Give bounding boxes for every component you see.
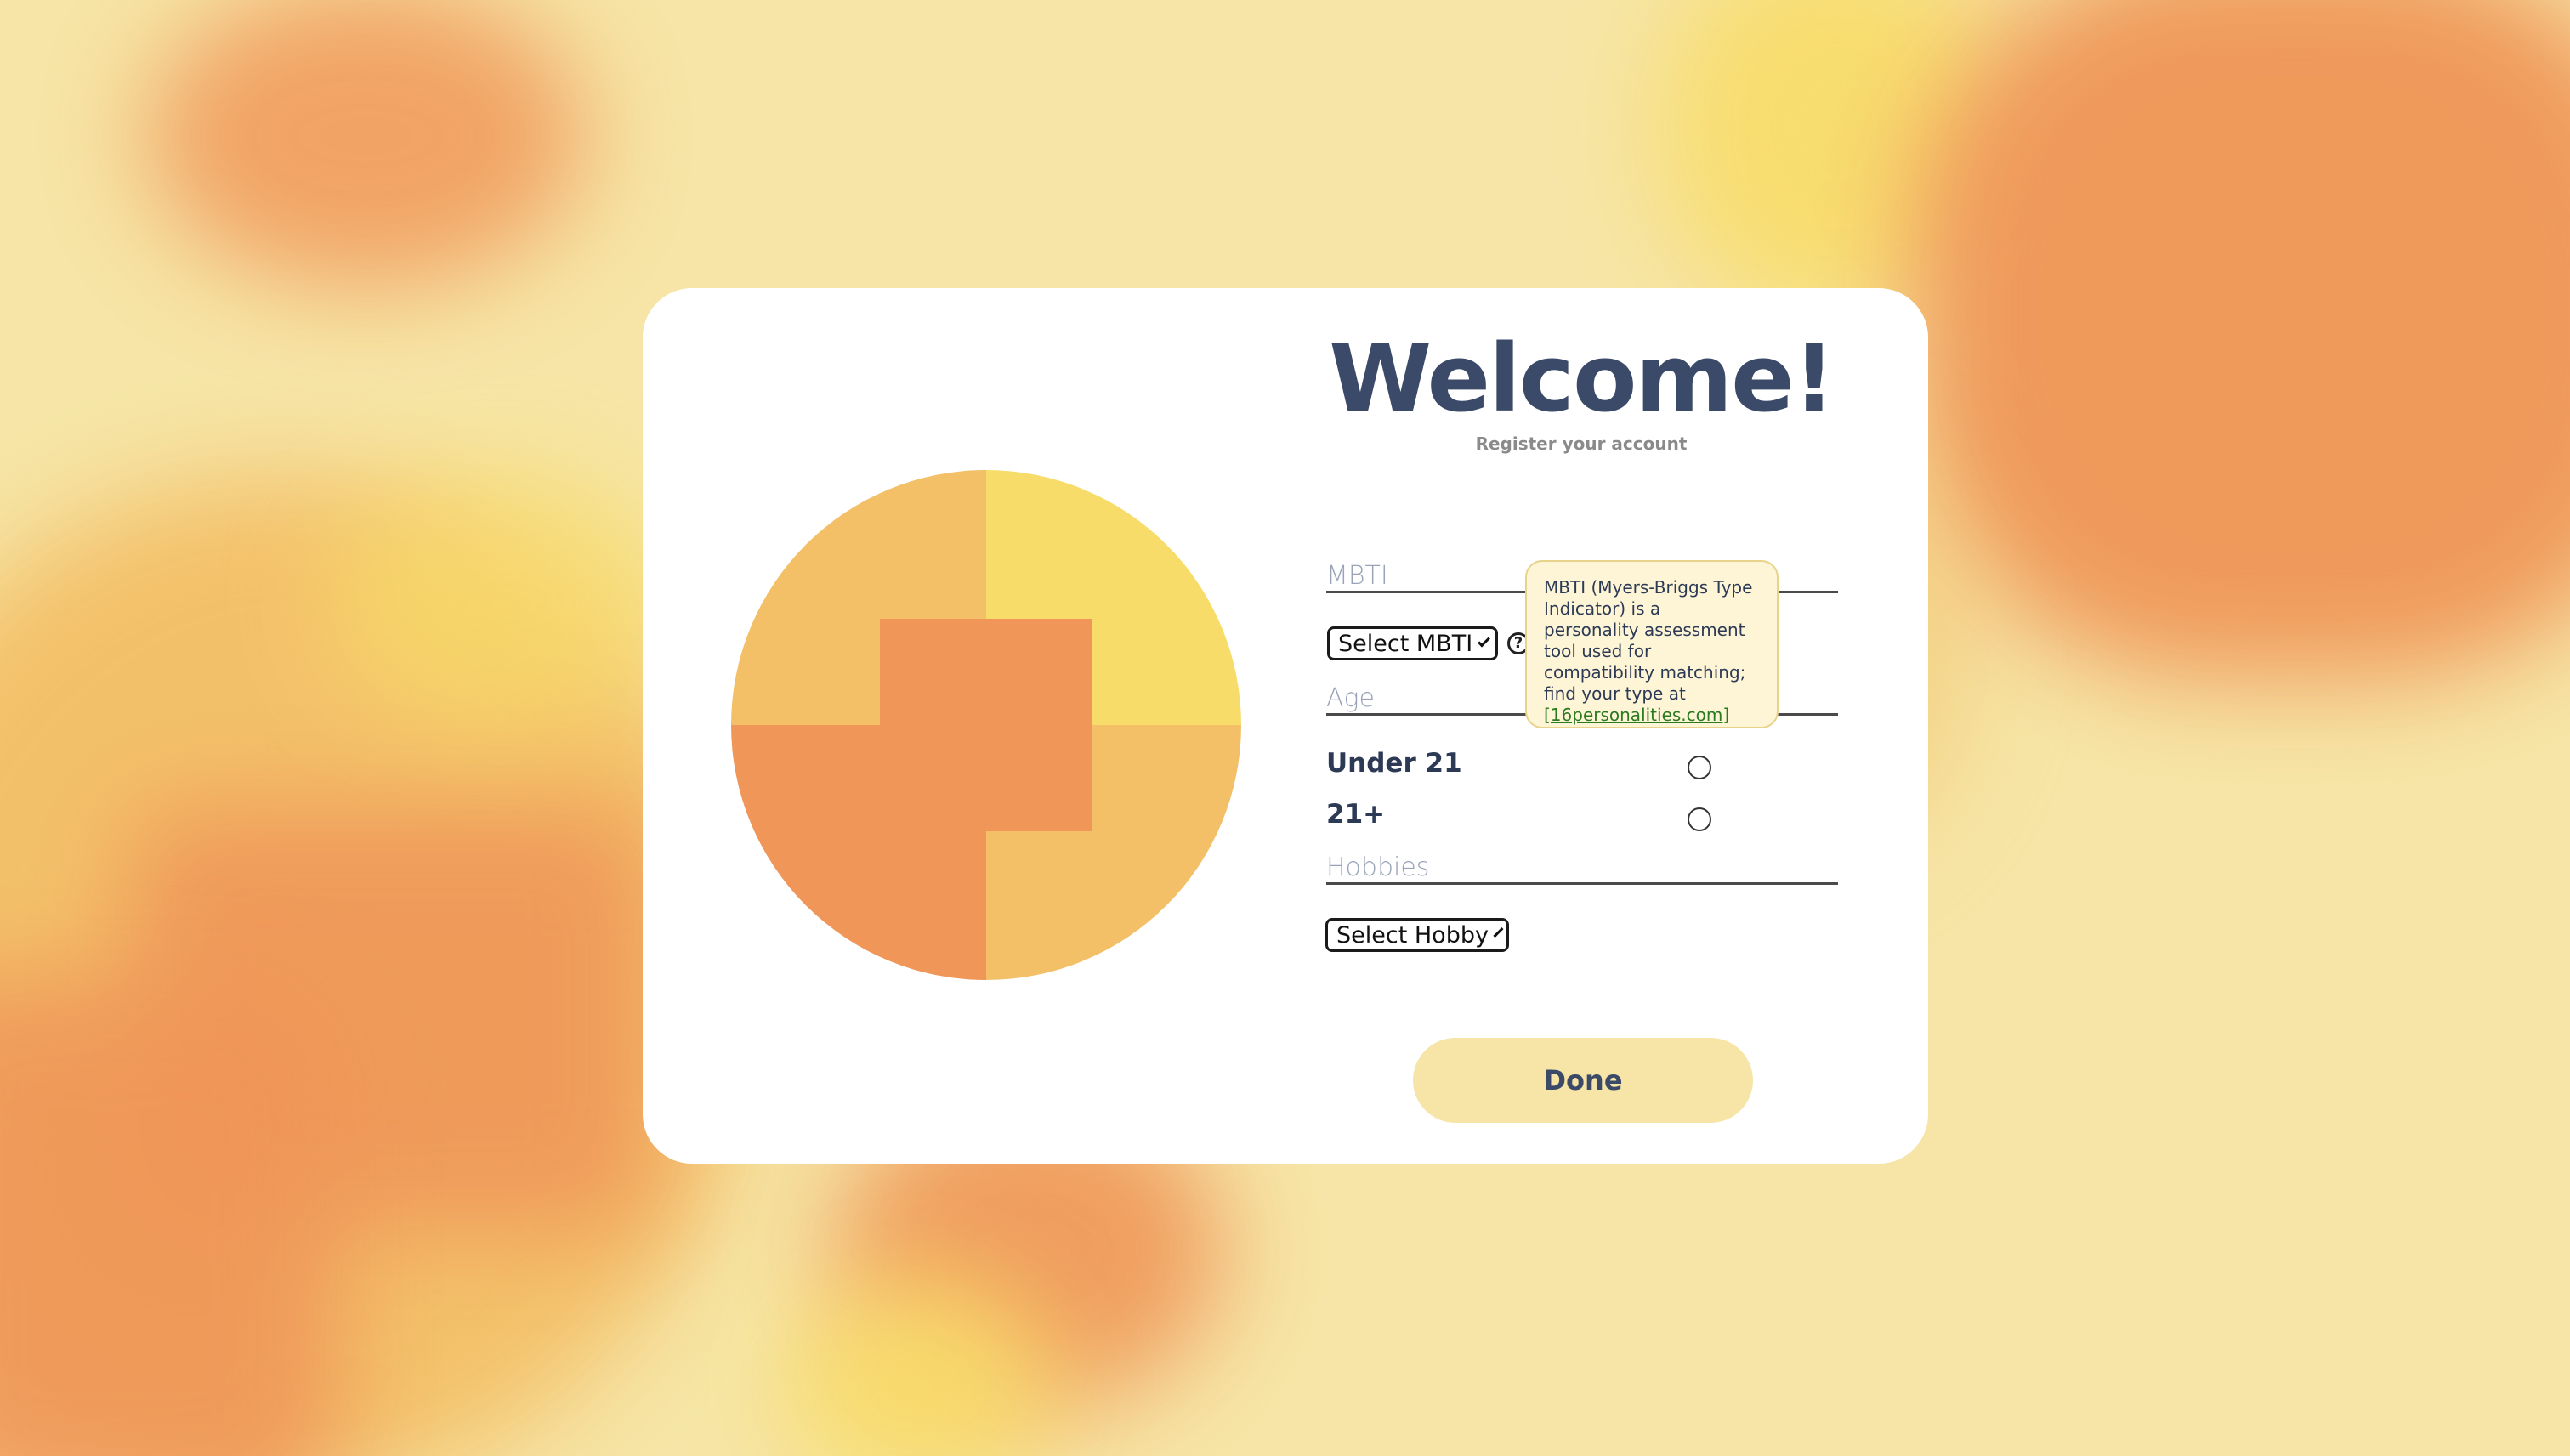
age-option-under-21-radio[interactable] [1688,756,1711,779]
mbti-select[interactable]: Select MBTI [1327,626,1498,660]
chevron-down-icon [1493,926,1504,938]
mbti-label: MBTI [1326,561,1388,591]
age-option-21-plus-radio[interactable] [1688,807,1711,831]
age-option-under-21-label: Under 21 [1326,748,1462,779]
mbti-select-value: Select MBTI [1338,630,1473,657]
page-title: Welcome! [1329,324,1835,433]
hobbies-field: Hobbies [1326,848,1838,885]
done-button[interactable]: Done [1413,1038,1753,1123]
hobbies-label: Hobbies [1326,853,1430,882]
hobby-select-value: Select Hobby [1336,921,1489,949]
chevron-down-icon [1478,634,1490,648]
mbti-tooltip: MBTI (Myers-Briggs Type Indicator) is a … [1525,560,1779,728]
tooltip-text: MBTI (Myers-Briggs Type Indicator) is a … [1544,577,1753,704]
hobby-select[interactable]: Select Hobby [1325,918,1509,952]
done-button-label: Done [1543,1064,1623,1096]
logo-emblem [731,470,1241,980]
age-label: Age [1326,683,1375,713]
tooltip-link[interactable]: [16personalities.com] [1544,705,1729,725]
page-subtitle: Register your account [1475,433,1688,454]
age-option-21-plus-label: 21+ [1326,799,1386,830]
